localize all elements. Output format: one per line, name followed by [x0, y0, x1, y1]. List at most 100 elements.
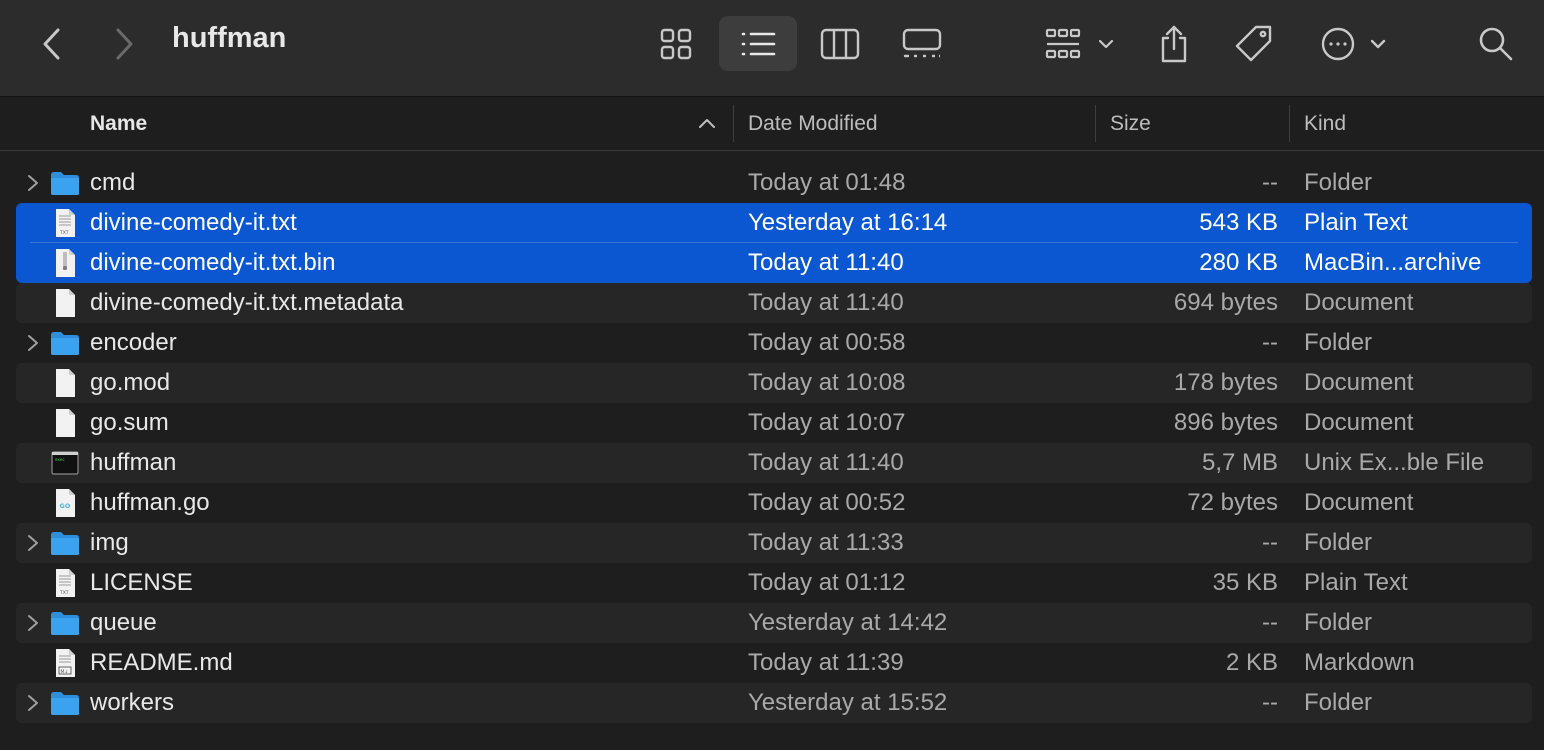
file-size: 543 KB — [1199, 209, 1278, 236]
folder-row[interactable]: cmd Today at 01:48 -- Folder — [16, 163, 1532, 203]
file-date-modified: Today at 11:40 — [748, 249, 904, 276]
search-icon[interactable] — [1476, 24, 1516, 64]
file-size: 72 bytes — [1187, 489, 1278, 516]
file-row[interactable]: TXT divine-comedy-it.txt Yesterday at 16:1… — [16, 203, 1532, 243]
executable-icon: exec — [50, 448, 80, 478]
list-view-icon[interactable] — [738, 24, 778, 64]
file-name: LICENSE — [90, 569, 193, 596]
disclosure-triangle-icon[interactable] — [26, 334, 40, 352]
file-kind: MacBin...archive — [1304, 249, 1482, 276]
disclosure-triangle-icon[interactable] — [26, 174, 40, 192]
file-date-modified: Today at 11:33 — [748, 529, 904, 556]
folder-row[interactable]: img Today at 11:33 -- Folder — [16, 523, 1532, 563]
grid-view-icon[interactable] — [656, 24, 696, 64]
file-kind: Unix Ex...ble File — [1304, 449, 1485, 476]
file-size: 5,7 MB — [1201, 449, 1278, 476]
file-date-modified: Today at 01:12 — [748, 569, 906, 596]
file-date-modified: Today at 11:39 — [748, 649, 904, 676]
file-name: img — [90, 529, 129, 556]
file-date-modified: Today at 10:07 — [748, 409, 906, 436]
file-date-modified: Yesterday at 15:52 — [748, 689, 948, 716]
file-name: encoder — [90, 329, 177, 356]
file-kind: Folder — [1304, 609, 1373, 636]
file-size: -- — [1262, 329, 1278, 356]
disclosure-triangle-icon[interactable] — [26, 614, 40, 632]
file-name: cmd — [90, 169, 136, 196]
folder-row[interactable]: queue Yesterday at 14:42 -- Folder — [16, 603, 1532, 643]
folder-icon — [50, 168, 80, 198]
file-date-modified: Today at 10:08 — [748, 369, 906, 396]
file-size: 896 bytes — [1173, 409, 1278, 436]
file-date-modified: Today at 00:52 — [748, 489, 906, 516]
document-icon — [50, 368, 80, 398]
archive-file-icon — [50, 248, 80, 278]
disclosure-triangle-icon[interactable] — [26, 694, 40, 712]
text-file-icon: TXT — [50, 568, 80, 598]
disclosure-triangle-icon[interactable] — [26, 534, 40, 552]
file-row[interactable]: go.sum Today at 10:07 896 bytes Document — [16, 403, 1532, 443]
group-icon[interactable] — [1044, 24, 1120, 64]
more-icon[interactable] — [1318, 24, 1390, 64]
file-kind: Document — [1304, 489, 1414, 516]
file-name: divine-comedy-it.txt.metadata — [90, 289, 404, 316]
toolbar: huffman — [0, 0, 1544, 97]
column-header-name[interactable]: Name — [90, 97, 147, 150]
file-name: divine-comedy-it.txt — [90, 209, 297, 236]
file-kind: Plain Text — [1304, 209, 1408, 236]
file-kind: Document — [1304, 289, 1414, 316]
file-row[interactable]: divine-comedy-it.txt.metadata Today at 11… — [16, 283, 1532, 323]
forward-icon[interactable] — [108, 26, 140, 62]
file-size: 35 KB — [1212, 569, 1278, 596]
file-name: workers — [90, 689, 175, 716]
sort-ascending-icon[interactable] — [698, 115, 716, 136]
file-kind: Document — [1304, 369, 1414, 396]
file-date-modified: Today at 01:48 — [748, 169, 906, 196]
file-name: go.mod — [90, 369, 171, 396]
column-header-date[interactable]: Date Modified — [748, 97, 878, 150]
file-row[interactable]: TXT LICENSE Today at 01:12 35 KB Plain Text — [16, 563, 1532, 603]
window-title: huffman — [172, 22, 287, 54]
file-date-modified: Today at 11:40 — [748, 289, 904, 316]
file-row[interactable]: M↓ README.md Today at 11:39 2 KB Markdown — [16, 643, 1532, 683]
column-view-icon[interactable] — [818, 24, 862, 64]
file-kind: Folder — [1304, 529, 1373, 556]
column-header-size[interactable]: Size — [1110, 97, 1151, 150]
folder-icon — [50, 608, 80, 638]
file-name: go.sum — [90, 409, 169, 436]
file-row[interactable]: go.mod Today at 10:08 178 bytes Document — [16, 363, 1532, 403]
svg-text:GO: GO — [60, 502, 71, 510]
file-name: huffman — [90, 449, 177, 476]
document-icon — [50, 288, 80, 318]
tag-icon[interactable] — [1232, 22, 1276, 66]
file-date-modified: Today at 11:40 — [748, 449, 904, 476]
file-size: 280 KB — [1199, 249, 1278, 276]
svg-text:exec: exec — [55, 457, 65, 462]
folder-icon — [50, 688, 80, 718]
folder-row[interactable]: encoder Today at 00:58 -- Folder — [16, 323, 1532, 363]
file-size: 178 bytes — [1173, 369, 1278, 396]
file-name: README.md — [90, 649, 233, 676]
column-header-kind[interactable]: Kind — [1304, 97, 1346, 150]
file-name: divine-comedy-it.txt.bin — [90, 249, 336, 276]
gallery-view-icon[interactable] — [900, 24, 944, 64]
file-size: 2 KB — [1225, 649, 1278, 676]
file-kind: Document — [1304, 409, 1414, 436]
file-row[interactable]: exec huffman Today at 11:40 5,7 MB Unix Ex..… — [16, 443, 1532, 483]
file-size: -- — [1262, 609, 1278, 636]
file-row[interactable]: divine-comedy-it.txt.bin Today at 11:40 28… — [16, 243, 1532, 283]
back-icon[interactable] — [36, 26, 68, 62]
column-divider[interactable] — [1289, 105, 1290, 142]
file-size: -- — [1262, 689, 1278, 716]
column-divider[interactable] — [733, 105, 734, 142]
svg-text:M↓: M↓ — [61, 669, 69, 675]
file-row[interactable]: GO huffman.go Today at 00:52 72 bytes Docume… — [16, 483, 1532, 523]
folder-icon — [50, 328, 80, 358]
text-file-icon: TXT — [50, 208, 80, 238]
file-kind: Plain Text — [1304, 569, 1408, 596]
svg-text:TXT: TXT — [59, 590, 69, 596]
folder-row[interactable]: workers Yesterday at 15:52 -- Folder — [16, 683, 1532, 723]
column-header-bar: Name Date Modified Size Kind — [0, 97, 1544, 151]
share-icon[interactable] — [1156, 22, 1192, 66]
file-kind: Folder — [1304, 169, 1373, 196]
column-divider[interactable] — [1095, 105, 1096, 142]
